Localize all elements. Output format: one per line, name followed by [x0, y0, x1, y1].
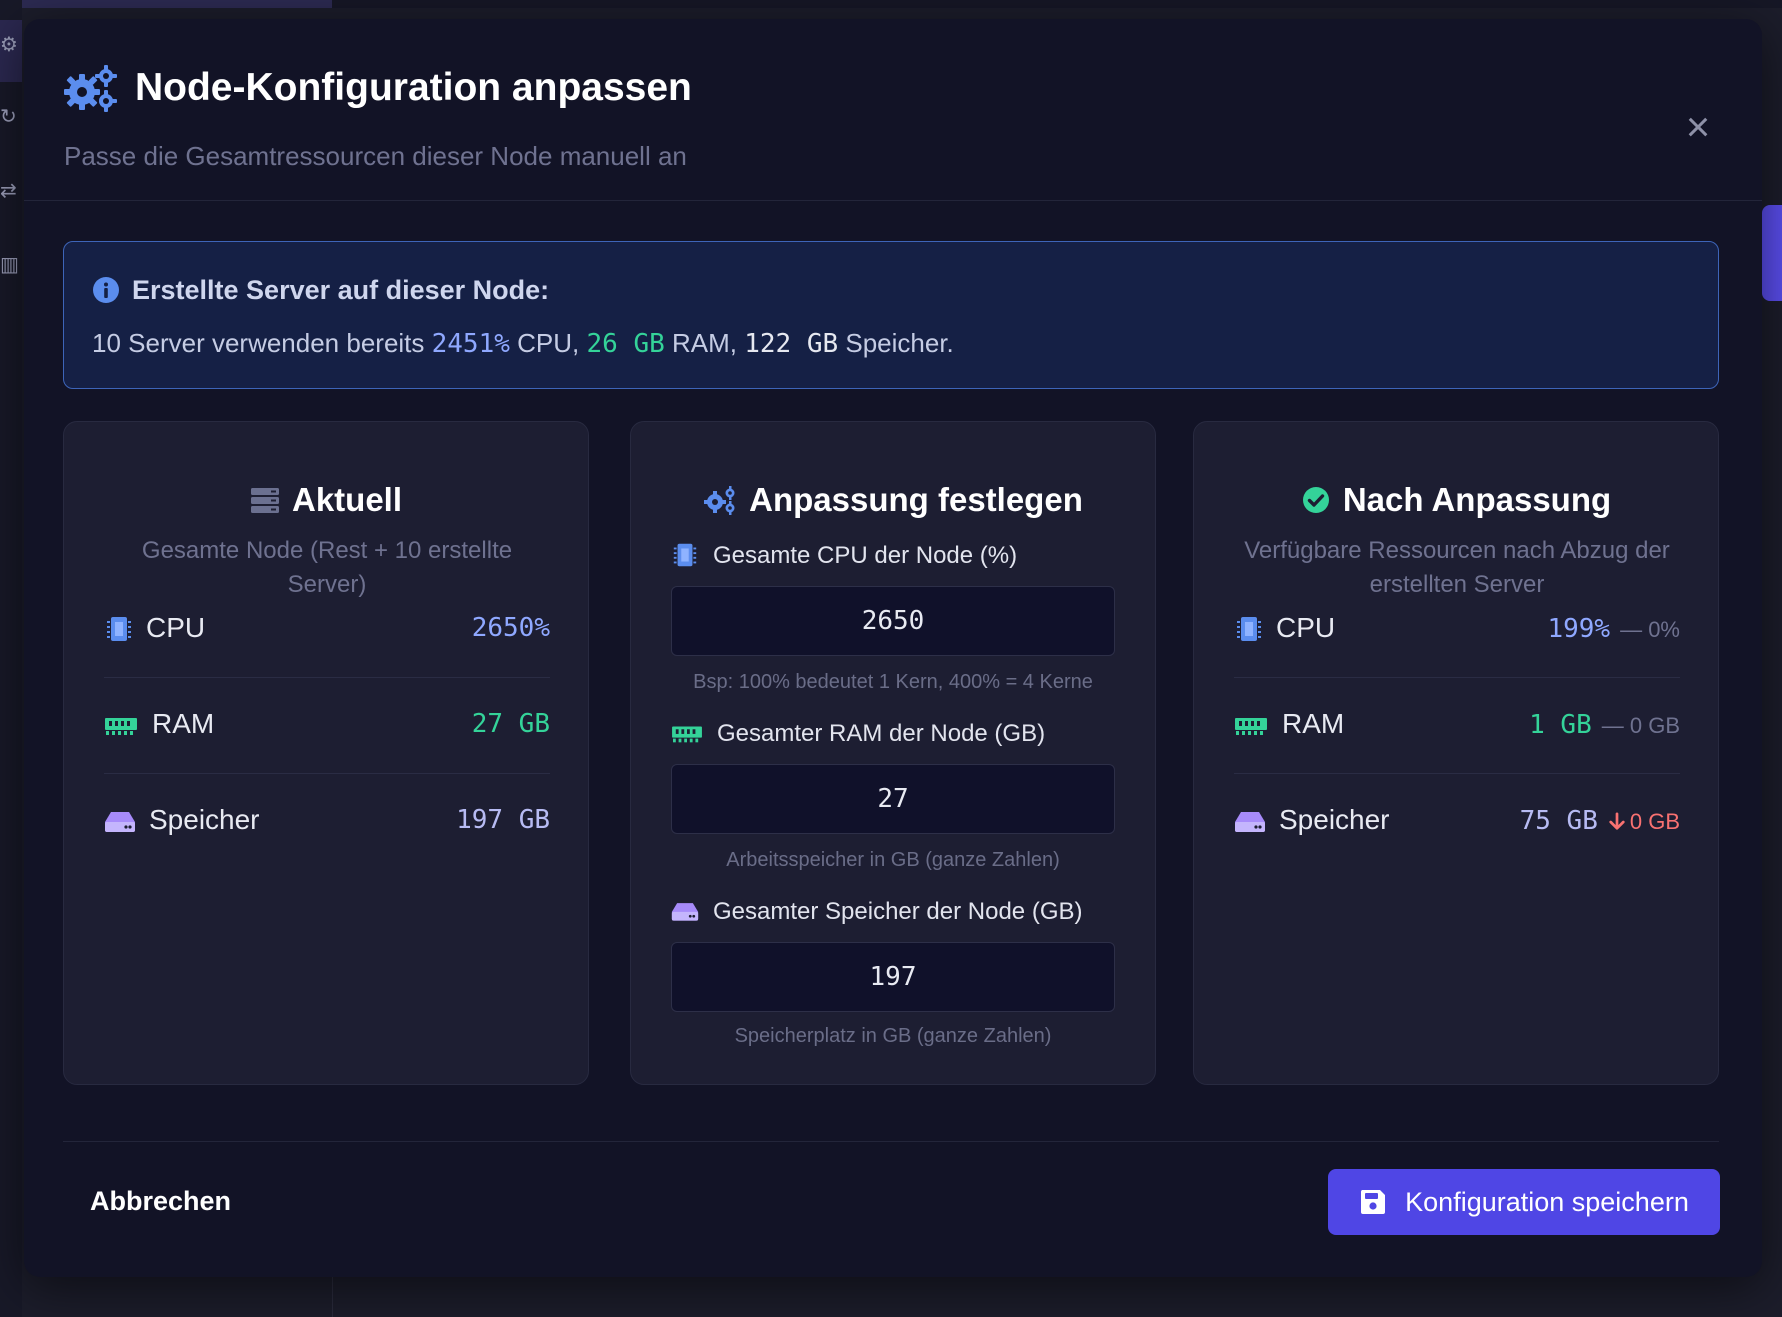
disk-help-text: Speicherplatz in GB (ganze Zahlen)	[734, 1025, 1052, 1047]
memory-icon	[672, 726, 702, 743]
current-ram-value: 27 GB	[471, 709, 550, 739]
node-config-modal: Node-Konfiguration anpassen Passe die Ge…	[24, 19, 1762, 1277]
after-ram-value-group: 1 GB — 0 GB	[1529, 706, 1680, 744]
after-disk-value: 75 GB	[1519, 806, 1598, 836]
hdd-icon	[105, 812, 135, 832]
hdd-icon	[671, 903, 699, 921]
disk-input[interactable]: 197	[671, 942, 1115, 1012]
info-disk-value: 122 GB	[744, 329, 839, 359]
info-title: Erstellte Server auf dieser Node:	[132, 275, 550, 305]
after-ram-label: RAM	[1282, 708, 1345, 739]
after-row-cpu: CPU 199% — 0%	[1234, 582, 1680, 678]
ram-help-text: Arbeitsspeicher in GB (ganze Zahlen)	[726, 849, 1060, 871]
cancel-button[interactable]: Abbrechen	[90, 1181, 231, 1221]
cpu-field-label: Gesamte CPU der Node (%)	[671, 538, 1017, 574]
ram-field-label: Gesamter RAM der Node (GB)	[671, 716, 1045, 752]
after-cpu-delta: — 0%	[1620, 617, 1680, 642]
current-row-ram: RAM 27 GB	[104, 678, 550, 774]
gears-icon	[64, 65, 117, 112]
app-topbar-active-tab	[0, 0, 332, 8]
info-cpu-suffix: CPU,	[509, 328, 587, 358]
current-row-cpu: CPU 2650%	[104, 582, 550, 678]
current-row-disk: Speicher 197 GB	[104, 774, 550, 870]
memory-icon	[1235, 718, 1267, 735]
after-cpu-label: CPU	[1276, 612, 1336, 643]
info-ram-suffix: RAM,	[664, 328, 745, 358]
info-ram-value: 26 GB	[586, 329, 665, 359]
cpu-help-text: Bsp: 100% bedeutet 1 Kern, 400% = 4 Kern…	[693, 671, 1093, 693]
info-banner: Erstellte Server auf dieser Node: 10 Ser…	[63, 241, 1719, 389]
current-card-title: Aktuell	[291, 481, 403, 518]
cpu-field-label-text: Gesamte CPU der Node (%)	[713, 542, 1018, 569]
modal-title: Node-Konfiguration anpassen	[135, 66, 692, 109]
after-cpu-value-group: 199% — 0%	[1547, 610, 1680, 648]
after-disk-label: Speicher	[1279, 804, 1390, 835]
sidebar-transfer-icon[interactable]: ⇄	[0, 180, 18, 202]
modal-subtitle: Passe die Gesamtressourcen dieser Node m…	[64, 141, 687, 171]
adjust-card: Anpassung festlegen Gesamte CPU der Node…	[630, 421, 1156, 1085]
sidebar-refresh-icon[interactable]: ↻	[0, 106, 18, 128]
floppy-disk-icon	[1361, 1190, 1386, 1214]
after-ram-delta: — 0 GB	[1601, 713, 1680, 738]
after-row-ram: RAM 1 GB — 0 GB	[1234, 678, 1680, 774]
after-card-header: Nach Anpassung	[1194, 480, 1718, 520]
info-disk-suffix: Speicher.	[838, 328, 954, 358]
microchip-icon	[673, 543, 697, 567]
check-circle-icon	[1302, 487, 1329, 513]
current-card-header: Aktuell	[64, 480, 588, 520]
save-button-label: Konfiguration speichern	[1405, 1186, 1689, 1217]
info-circle-icon	[93, 277, 119, 303]
current-cpu-label: CPU	[146, 612, 206, 643]
current-disk-value: 197 GB	[456, 805, 550, 835]
gears-icon	[704, 486, 735, 515]
sidebar-trash-icon[interactable]: ▥	[0, 254, 19, 276]
after-disk-value-group: 75 GB 0 GB	[1520, 802, 1680, 840]
after-ram-value: 1 GB	[1529, 710, 1592, 740]
after-disk-delta-group: 0 GB	[1608, 809, 1680, 834]
microchip-icon	[1237, 617, 1261, 641]
after-cpu-value: 199%	[1547, 614, 1611, 644]
after-card: Nach Anpassung Verfügbare Ressourcen nac…	[1193, 421, 1719, 1085]
app-divider	[332, 1270, 333, 1317]
ram-field-label-text: Gesamter RAM der Node (GB)	[717, 720, 1046, 747]
after-row-disk: Speicher 75 GB 0 GB	[1234, 774, 1680, 870]
current-ram-label: RAM	[152, 708, 215, 739]
disk-field-label-text: Gesamter Speicher der Node (GB)	[713, 898, 1083, 925]
adjust-card-header: Anpassung festlegen	[631, 480, 1155, 520]
current-card: Aktuell Gesamte Node (Rest + 10 erstellt…	[63, 421, 589, 1085]
info-cpu-value: 2451%	[431, 329, 510, 359]
hdd-icon	[1235, 812, 1265, 832]
microchip-icon	[107, 617, 131, 641]
info-text: 10 Server verwenden bereits 2451% CPU, 2…	[92, 325, 954, 362]
footer-divider	[63, 1141, 1719, 1142]
after-disk-delta: 0 GB	[1629, 809, 1680, 834]
server-icon	[250, 488, 279, 513]
ram-input[interactable]: 27	[671, 764, 1115, 834]
current-cpu-value: 2650%	[471, 613, 550, 643]
sidebar-gears-icon[interactable]: ⚙	[0, 34, 18, 56]
save-button[interactable]: Konfiguration speichern	[1328, 1169, 1720, 1235]
adjust-card-title: Anpassung festlegen	[749, 481, 1083, 518]
cpu-input[interactable]: 2650	[671, 586, 1115, 656]
app-sidebar: ⚙ ↻ ⇄ ▥	[0, 0, 22, 1317]
disk-field-label: Gesamter Speicher der Node (GB)	[671, 894, 1082, 930]
close-icon[interactable]: ×	[1676, 105, 1720, 149]
arrow-down-icon	[1609, 812, 1625, 830]
after-card-title: Nach Anpassung	[1342, 481, 1612, 518]
current-disk-label: Speicher	[149, 804, 260, 835]
modal-header: Node-Konfiguration anpassen Passe die Ge…	[24, 19, 1762, 201]
app-scroll-indicator[interactable]	[1762, 205, 1782, 301]
memory-icon	[105, 718, 137, 735]
info-text-prefix: 10 Server verwenden bereits	[92, 328, 432, 358]
